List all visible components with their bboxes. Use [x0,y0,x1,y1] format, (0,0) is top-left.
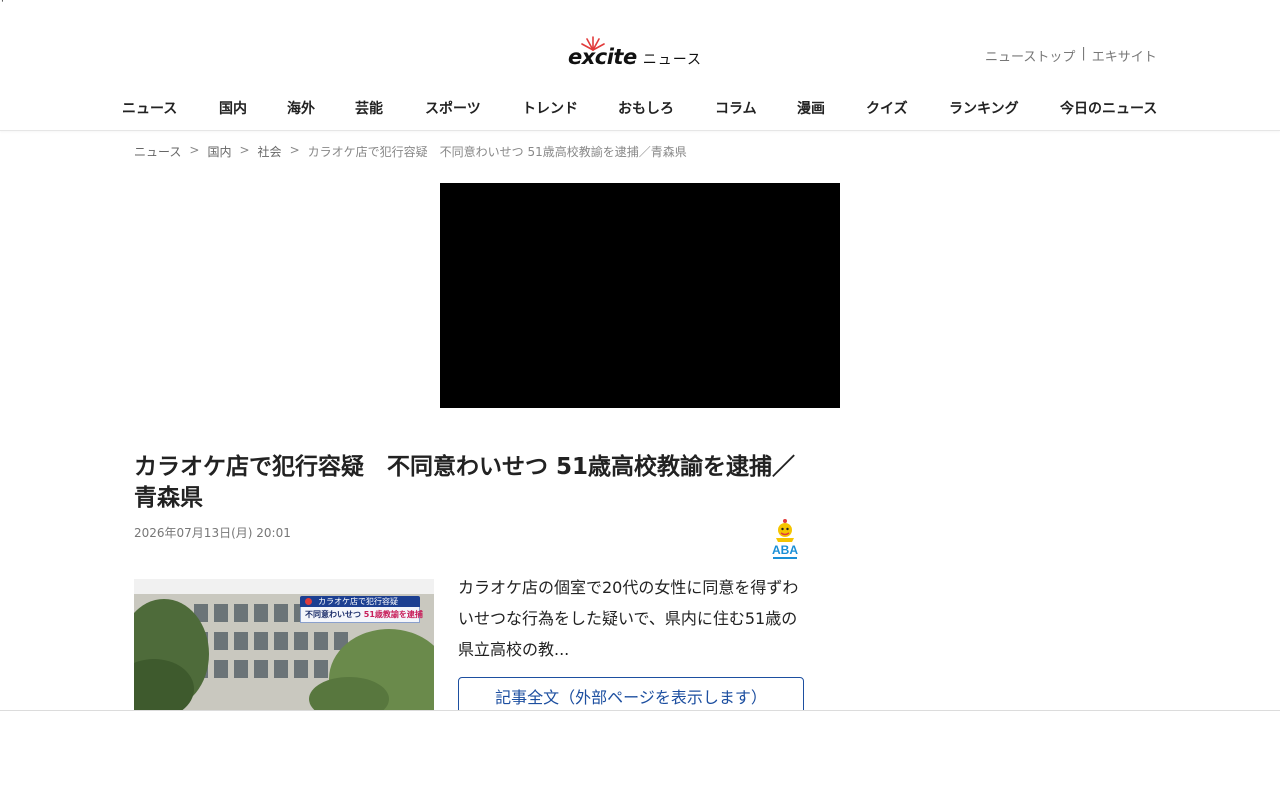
nav-item-funny[interactable]: おもしろ [618,98,674,118]
breadcrumb-domestic[interactable]: 国内 [207,143,231,160]
breadcrumb-current: カラオケ店で犯行容疑 不同意わいせつ 51歳高校教諭を逮捕／青森県 [307,145,687,159]
nav-item-trend[interactable]: トレンド [522,98,578,118]
nav-item-manga[interactable]: 漫画 [797,98,825,118]
breadcrumb-separator: > [289,143,300,157]
thumbnail-caption: カラオケ店で犯行容疑 不同意わいせつ 51歳教諭を逮捕 [300,596,423,626]
excite-link[interactable]: エキサイト [1092,46,1157,65]
article-thumbnail[interactable]: カラオケ店で犯行容疑 不同意わいせつ 51歳教諭を逮捕 [134,579,434,710]
caption-bottom-highlight: 51歳教諭を逮捕 [363,610,423,619]
nav-item-column[interactable]: コラム [715,98,757,118]
bottom-overlay-bar [0,710,1280,801]
nav-item-domestic[interactable]: 国内 [219,98,247,118]
header-top-links: ニューストップ | エキサイト [985,46,1157,65]
logo-sub-text: ニュース [642,52,703,68]
article-date: 2026年07月13日(月) 20:01 [134,526,291,540]
nav-item-ranking[interactable]: ランキング [949,98,1019,118]
nav-item-quiz[interactable]: クイズ [866,98,908,118]
breadcrumb-separator: > [189,143,200,157]
caption-top-text: カラオケ店で犯行容疑 [300,596,420,607]
nav-item-sports[interactable]: スポーツ [425,98,481,118]
nav-item-today-news[interactable]: 今日のニュース [1060,98,1157,118]
breadcrumb-separator: > [239,143,250,157]
excite-news-logo[interactable]: excite ニュース [568,34,702,68]
nav-item-news[interactable]: ニュース [122,98,177,118]
breadcrumb-society[interactable]: 社会 [258,143,282,160]
article-title: カラオケ店で犯行容疑 不同意わいせつ 51歳高校教諭を逮捕／青森県 [134,454,796,511]
category-nav: ニュース 国内 海外 芸能 スポーツ トレンド おもしろ コラム 漫画 クイズ … [0,98,1280,120]
nav-item-entertainment[interactable]: 芸能 [355,98,383,118]
top-links-divider: | [1081,46,1086,61]
caption-bottom-prefix: 不同意わいせつ [305,610,361,619]
source-logo-text: ABA [772,543,798,557]
caption-bottom: 不同意わいせつ 51歳教諭を逮捕 [300,607,423,623]
aba-source-logo[interactable]: ABA [766,518,804,562]
site-header: excite ニュース ニューストップ | エキサイト ニュース 国内 海外 芸… [0,0,1280,131]
article-summary: カラオケ店の個室で20代の女性に同意を得ずわいせつな行為をした疑いで、県内に住む… [458,578,799,659]
thumbnail-image: カラオケ店で犯行容疑 不同意わいせつ 51歳教諭を逮捕 [134,594,434,710]
nav-item-overseas[interactable]: 海外 [287,98,315,118]
logo-burst-icon [581,36,605,51]
logo-mark: excite [568,36,637,68]
news-top-link[interactable]: ニューストップ [985,46,1075,65]
breadcrumb: ニュース > 国内 > 社会 > カラオケ店で犯行容疑 不同意わいせつ 51歳高… [134,143,687,160]
video-ad-player[interactable] [440,183,840,408]
breadcrumb-news[interactable]: ニュース [134,143,181,160]
